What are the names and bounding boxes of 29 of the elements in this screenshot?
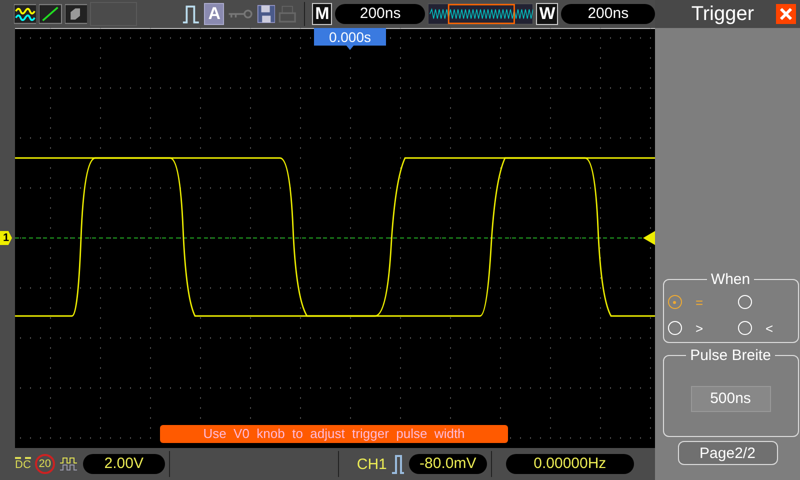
window-timebase-label: W [536,3,558,25]
main-timebase-value[interactable]: 200ns [335,4,426,24]
page-button[interactable]: Page2/2 [678,441,778,465]
pulse-width-title: Pulse Breite [689,347,772,364]
waveform-overview-drawing[interactable] [428,3,534,25]
volts-per-div[interactable]: 2.00V [82,454,165,474]
option-label: = [696,294,704,310]
when-title: When [710,271,752,288]
hint-message: Use V0 knob to adjust trigger pulse width [160,425,508,443]
bandwidth-limit-badge: 20 [34,454,55,474]
option-label: > [696,320,704,336]
frequency-readout: 0.00000Hz [506,454,634,474]
channels-wave-icon[interactable] [14,4,36,24]
rising-edge-icon [390,454,405,474]
close-icon[interactable] [776,4,796,24]
trigger-time-marker[interactable]: 0.000s [314,28,386,50]
square-wave-icon [58,456,79,472]
coupling-label: DC [15,457,31,471]
option-label: < [766,320,774,336]
trigger-source: CH1 [356,456,387,472]
radio-button[interactable] [668,295,682,309]
trigger-level[interactable]: -80.0mV [408,454,487,474]
pulse-width-value[interactable]: 500ns [690,386,770,412]
line-icon[interactable] [39,4,62,24]
pulse-icon[interactable] [182,3,202,25]
channel-marker[interactable]: 1 [0,231,12,245]
window-timebase-value[interactable]: 200ns [561,4,655,24]
main-timebase-label: M [312,3,332,25]
panel-title: Trigger [691,2,754,26]
